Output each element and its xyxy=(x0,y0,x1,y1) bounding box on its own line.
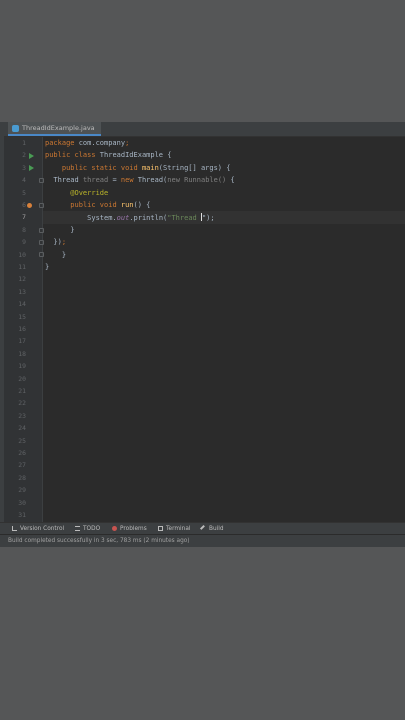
code-token: Thread xyxy=(45,176,83,185)
line-number: 16 xyxy=(18,325,26,333)
status-bar: Build completed successfully in 3 sec, 7… xyxy=(0,534,405,547)
code-token: com.company xyxy=(78,139,126,147)
code-line[interactable]: } xyxy=(45,251,66,259)
code-token: run xyxy=(120,201,134,209)
code-editor[interactable]: package com.company; public class ThreadI… xyxy=(43,137,405,522)
line-number: 28 xyxy=(18,473,26,482)
line-number: 21 xyxy=(18,387,26,395)
error-icon xyxy=(112,525,117,531)
code-token: new Runnable() xyxy=(167,176,227,185)
version-control-label: Version Control xyxy=(20,526,65,532)
line-number: 22 xyxy=(18,399,26,408)
code-token: System. xyxy=(45,214,117,223)
code-line[interactable]: }); xyxy=(45,238,66,246)
editor-tab-threadidexample[interactable]: ThreadIdExample.java xyxy=(8,122,101,136)
code-token: public void xyxy=(70,201,121,209)
line-number: 13 xyxy=(18,287,26,296)
todo-label: TODO xyxy=(83,526,101,532)
status-message[interactable]: Build completed successfully in 3 sec, 7… xyxy=(8,535,190,547)
line-number: 24 xyxy=(18,424,26,433)
code-token: { xyxy=(226,176,235,185)
code-token: () { xyxy=(133,201,151,209)
line-number: 27 xyxy=(18,461,26,470)
code-token: ; xyxy=(125,139,130,147)
code-token: thread xyxy=(82,176,109,185)
line-number: 31 xyxy=(18,511,26,519)
line-number: 26 xyxy=(18,449,26,457)
code-token: ThreadIdExample { xyxy=(99,151,172,160)
code-line[interactable]: public void run() { xyxy=(45,201,150,209)
run-main-icon[interactable] xyxy=(29,165,34,172)
code-token: .println( xyxy=(129,214,168,223)
code-token: "Thread xyxy=(167,214,201,223)
override-method-icon[interactable] xyxy=(27,202,32,208)
code-line[interactable]: Thread thread = new Thread(new Runnable(… xyxy=(45,176,235,185)
editor-tab-bar: ThreadIdExample.java xyxy=(4,122,405,137)
code-line[interactable]: System.out.println("Thread "); xyxy=(45,213,215,222)
code-token: } xyxy=(45,263,50,271)
line-number: 15 xyxy=(18,312,26,321)
line-number: 12 xyxy=(18,275,26,284)
java-file-icon xyxy=(12,125,19,132)
line-number: 17 xyxy=(18,337,26,346)
code-token: }) xyxy=(45,238,62,247)
line-number: 30 xyxy=(18,498,26,507)
code-token: ; xyxy=(61,238,67,247)
line-number: 18 xyxy=(18,349,26,358)
line-number: 9 xyxy=(22,238,26,247)
line-number: 23 xyxy=(18,411,26,420)
line-number: 3 xyxy=(22,163,26,172)
line-number: 19 xyxy=(18,362,26,371)
problems-label: Problems xyxy=(120,526,147,532)
code-line[interactable]: package com.company; xyxy=(45,139,129,147)
line-number: 11 xyxy=(18,263,26,271)
code-token: out xyxy=(116,214,130,223)
line-number: 7 xyxy=(22,213,26,222)
code-line[interactable]: public static void main(String[] args) { xyxy=(45,163,231,172)
line-number: 2 xyxy=(22,151,26,160)
code-token: Thread( xyxy=(137,176,168,185)
code-line[interactable]: @Override xyxy=(45,189,108,197)
code-token: new xyxy=(120,176,138,185)
code-line[interactable]: } xyxy=(45,225,75,234)
code-token: (String[] args) { xyxy=(158,163,231,172)
line-number: 14 xyxy=(18,300,26,309)
terminal-icon xyxy=(158,525,163,531)
code-token: main xyxy=(141,163,159,172)
line-number: 1 xyxy=(22,139,26,147)
code-token: @Override xyxy=(45,188,109,197)
editor-tab-label: ThreadIdExample.java xyxy=(22,124,95,132)
terminal-label: Terminal xyxy=(166,526,191,532)
code-token: = xyxy=(108,176,121,185)
code-token: public class xyxy=(45,151,100,160)
line-number: 25 xyxy=(18,436,26,445)
branch-icon xyxy=(12,525,17,531)
line-number: 10 xyxy=(18,250,26,259)
list-icon xyxy=(75,525,80,531)
code-token: public static void xyxy=(45,163,142,172)
line-number: 5 xyxy=(22,188,26,197)
line-number: 4 xyxy=(22,176,26,185)
line-number: 29 xyxy=(18,486,26,495)
editor-gutter[interactable]: 1 2 3 4 5 6 7 8 9 10 11 12 13 14 15 16 17 18 19 20 21 22 23 24 2… xyxy=(4,137,44,522)
code-token: package xyxy=(45,139,79,147)
build-label: Build xyxy=(209,526,224,532)
run-class-icon[interactable] xyxy=(29,153,34,159)
code-token: } xyxy=(45,225,75,234)
ide-window: ThreadIdExample.java 1 2 3 4 5 6 7 8 9 10 11 12 13 14… xyxy=(0,122,405,547)
code-line[interactable]: public class ThreadIdExample { xyxy=(45,151,171,159)
code-line[interactable]: } xyxy=(45,263,49,271)
line-number: 8 xyxy=(22,225,26,234)
hammer-icon xyxy=(199,524,208,532)
line-number: 6 xyxy=(22,201,26,209)
code-token: "); xyxy=(201,214,215,223)
code-token: } xyxy=(45,250,67,259)
line-number: 20 xyxy=(18,374,26,383)
